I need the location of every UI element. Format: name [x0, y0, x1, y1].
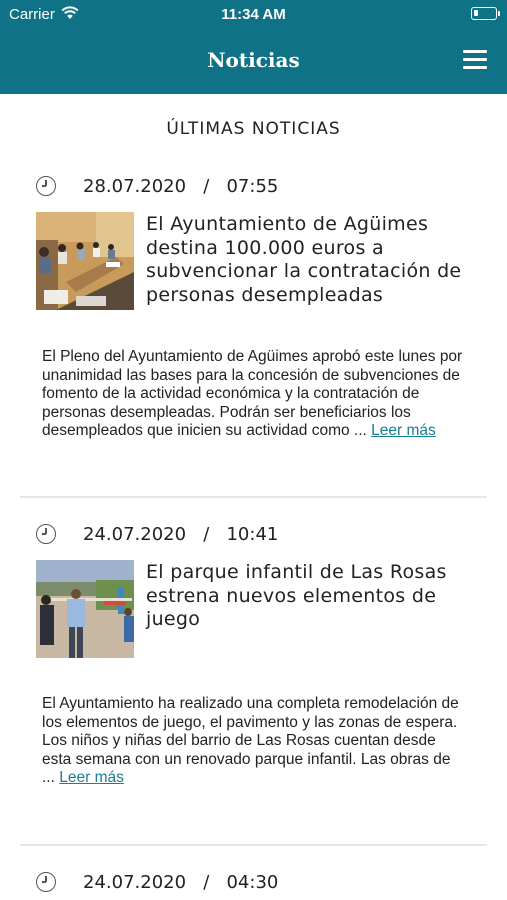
clock-icon — [36, 524, 56, 544]
battery-icon — [471, 7, 500, 20]
clock-icon — [36, 176, 56, 196]
news-date: 24.07.2020 / 10:41 — [83, 524, 279, 545]
hamburger-menu-icon[interactable] — [463, 50, 487, 70]
news-headline[interactable]: El Ayuntamiento de Agüimes destina 100.0… — [146, 213, 466, 307]
section-title: ÚLTIMAS NOTICIAS — [166, 119, 341, 139]
news-date: 28.07.2020 / 07:55 — [83, 176, 279, 197]
status-bar: Carrier 11:34 AM — [0, 0, 507, 30]
news-headline[interactable]: El parque infantil de Las Rosas estrena … — [146, 561, 466, 632]
news-thumbnail[interactable] — [36, 560, 134, 658]
clock-icon — [36, 872, 56, 892]
page-title: Noticias — [207, 48, 300, 72]
news-date: 24.07.2020 / 04:30 — [83, 872, 279, 893]
status-time: 11:34 AM — [221, 6, 286, 23]
news-summary: El Ayuntamiento ha realizado una complet… — [42, 695, 459, 786]
news-thumbnail[interactable] — [36, 212, 134, 310]
read-more-link[interactable]: Leer más — [59, 769, 124, 786]
read-more-link[interactable]: Leer más — [371, 422, 436, 439]
news-summary: El Pleno del Ayuntamiento de Agüimes apr… — [42, 348, 463, 439]
top-bar: Carrier 11:34 AM Noticias — [0, 0, 507, 94]
divider — [20, 844, 487, 846]
divider — [20, 496, 487, 498]
